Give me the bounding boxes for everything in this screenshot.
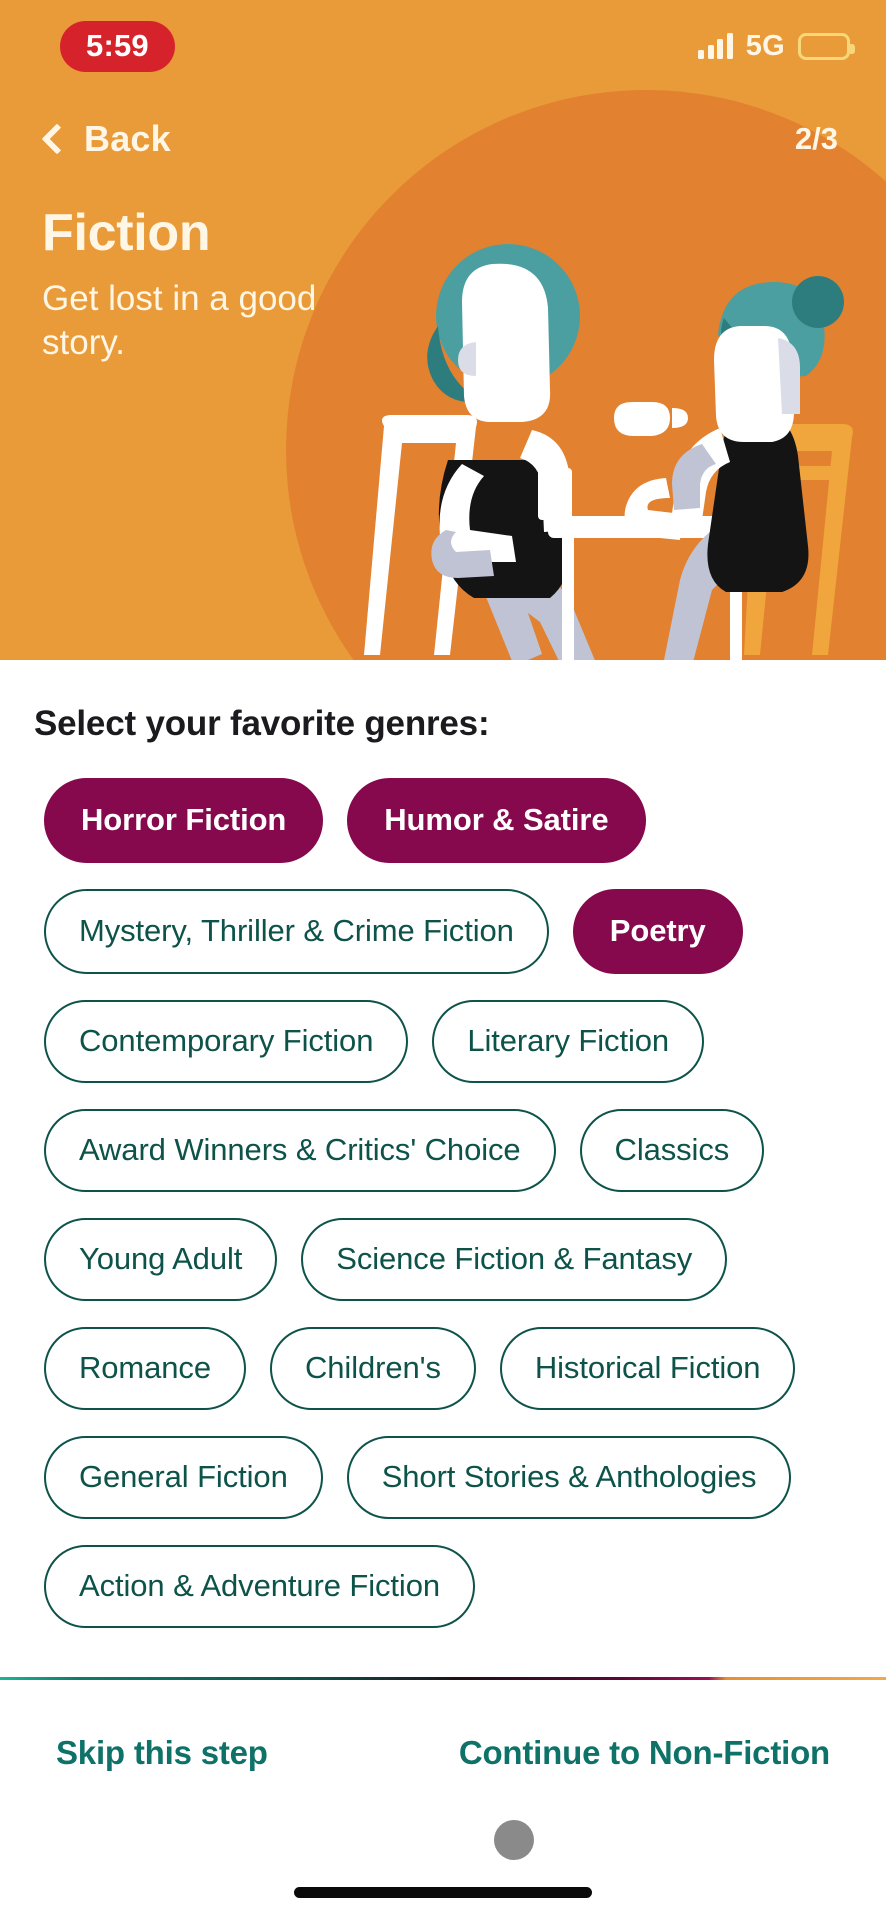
genre-chip[interactable]: Award Winners & Critics' Choice [44, 1109, 556, 1192]
page-subtitle: Get lost in a good story. [42, 278, 317, 363]
footer-bar: Skip this step Continue to Non-Fiction [0, 1680, 886, 1920]
back-button[interactable]: Back [41, 112, 175, 166]
hero-header: 5:59 5G Back 2/3 Fiction Get lost in a g… [0, 0, 886, 660]
genre-chip[interactable]: Classics [579, 1109, 765, 1192]
page-title: Fiction [42, 204, 211, 262]
step-indicator: 2/3 [794, 121, 838, 156]
genre-chip[interactable]: Humor & Satire [347, 778, 646, 863]
battery-low-power-icon [798, 32, 855, 60]
touch-cursor-dot [494, 1820, 534, 1860]
genre-chip[interactable]: Romance [44, 1327, 246, 1410]
genre-chip[interactable]: General Fiction [44, 1436, 323, 1519]
genre-chip[interactable]: Contemporary Fiction [44, 1000, 409, 1083]
genre-chip[interactable]: Poetry [572, 889, 743, 974]
gradient-divider [0, 1677, 886, 1680]
genre-chip[interactable]: Mystery, Thriller & Crime Fiction [44, 889, 549, 974]
network-type-label: 5G [745, 29, 785, 62]
status-time-pill: 5:59 [60, 20, 175, 72]
signal-bars-icon [698, 33, 733, 59]
genre-chip[interactable]: Science Fiction & Fantasy [301, 1218, 728, 1301]
two-people-at-cafe-table-illustration [364, 244, 853, 660]
status-indicators: 5G [698, 29, 855, 63]
genre-chip[interactable]: Action & Adventure Fiction [44, 1545, 475, 1628]
genre-chip[interactable]: Children's [269, 1327, 476, 1410]
back-button-label: Back [84, 118, 171, 159]
continue-button[interactable]: Continue to Non-Fiction [457, 1730, 832, 1776]
status-bar: 5:59 5G [0, 0, 886, 92]
footer-actions: Skip this step Continue to Non-Fiction [0, 1730, 886, 1776]
genre-chip[interactable]: Young Adult [44, 1218, 278, 1301]
genre-selection-panel: Select your favorite genres: Horror Fict… [0, 660, 886, 1680]
genre-chip[interactable]: Literary Fiction [432, 1000, 705, 1083]
home-indicator-bar [294, 1887, 592, 1898]
header-nav-row: Back 2/3 [0, 92, 886, 166]
section-title: Select your favorite genres: [34, 704, 490, 743]
genre-chip[interactable]: Historical Fiction [499, 1327, 796, 1410]
chevron-left-icon [41, 123, 73, 155]
app-screen: 5:59 5G Back 2/3 Fiction Get lost in a g… [0, 0, 886, 1920]
genre-chip[interactable]: Horror Fiction [44, 778, 324, 863]
genre-chip[interactable]: Short Stories & Anthologies [346, 1436, 792, 1519]
skip-step-button[interactable]: Skip this step [54, 1730, 270, 1776]
hero-text-block: Fiction Get lost in a good story. [0, 166, 360, 366]
genre-chip-list: Horror Fiction Humor & Satire Mystery, Thr… [0, 744, 886, 1628]
